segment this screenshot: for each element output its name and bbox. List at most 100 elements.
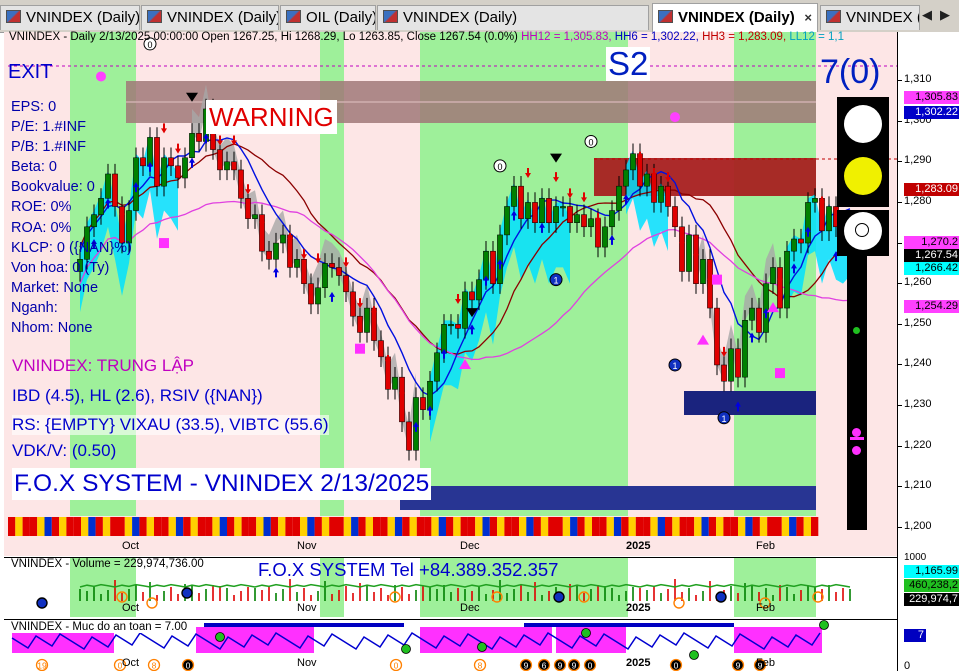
- signal-strip-cell: [686, 517, 695, 536]
- safety-bottom-label: 0: [674, 661, 679, 671]
- md-x-label-oct: Oct: [122, 657, 140, 669]
- signal-strip-cell: [789, 517, 797, 536]
- signal-strip-cell: [730, 517, 738, 536]
- signal-strip-cell: [117, 517, 125, 536]
- candle-body: [329, 263, 335, 268]
- candle-body: [399, 376, 405, 423]
- volume-green-zone: [734, 558, 816, 617]
- y-tick-mark: [898, 120, 902, 122]
- close-tab-icon[interactable]: ×: [804, 4, 812, 31]
- safety-bottom-label: 0: [394, 661, 399, 671]
- signal-strip-cell: [110, 517, 118, 536]
- signal-strip-cell: [51, 517, 60, 536]
- signal-strip-cell: [453, 517, 461, 536]
- candle-body: [497, 234, 503, 284]
- candle-body: [770, 267, 776, 284]
- tab-scroll-left-icon[interactable]: ◀: [922, 8, 932, 23]
- signal-strip-cell: [657, 517, 665, 536]
- signal-strip-cell: [219, 517, 227, 536]
- signal-strip-cell: [270, 517, 279, 536]
- signal-strip-cell: [212, 517, 220, 536]
- y-tick-label: 1,230: [904, 398, 932, 411]
- signal-strip-cell: [321, 517, 330, 536]
- signal-strip-cell: [15, 517, 23, 536]
- candle-body: [826, 206, 832, 232]
- candle-body: [644, 173, 650, 187]
- signal-strip-cell: [489, 517, 498, 536]
- x-label-nov: Nov: [297, 540, 317, 552]
- tab-vnindex-active[interactable]: VNINDEX (Daily) ×: [652, 3, 818, 32]
- tab-vnindex-1[interactable]: VNINDEX (Daily): [0, 5, 140, 30]
- hh3-readout: HH3 = 1,283.09,: [702, 31, 787, 43]
- vol-x-label-2025: 2025: [626, 602, 651, 614]
- candle-body: [574, 214, 580, 223]
- candle-body: [364, 307, 370, 333]
- chart-tab-icon: [286, 10, 301, 23]
- y-tick-label: 1,200: [904, 520, 932, 532]
- candle-body: [504, 206, 510, 236]
- fundamental-bookvalue: Bookvalue: 0: [11, 179, 95, 196]
- candle-body: [602, 226, 608, 248]
- y-tick-label: 1,250: [904, 316, 932, 329]
- signal-strip-cell: [555, 517, 563, 536]
- candle-body: [189, 133, 195, 158]
- signal-strip-cell: [285, 517, 293, 536]
- candle-body: [679, 226, 685, 272]
- signal-strip-cell: [803, 517, 811, 536]
- candle-body: [672, 206, 678, 228]
- tab-vnindex-4[interactable]: VNINDEX (D: [820, 5, 920, 30]
- md-x-label-feb: Feb: [756, 657, 775, 669]
- signal-strip-cell: [767, 517, 775, 536]
- tab-scroll-right-icon[interactable]: ▶: [940, 8, 950, 23]
- price-scale[interactable]: 1000 0 460,238,2 229,974,7 7 1,310 1,300 1…: [897, 32, 959, 672]
- candle-body: [378, 340, 384, 358]
- signal-strip: [8, 517, 819, 536]
- candle-body: [224, 161, 230, 171]
- tab-vnindex-3[interactable]: VNINDEX (Daily): [377, 5, 649, 30]
- gauge-magenta-dot: [852, 428, 861, 437]
- fundamental-market: Market: None: [11, 279, 99, 296]
- fundamental-pe: P/E: 1.#INF: [11, 119, 86, 136]
- signal-strip-cell: [635, 517, 644, 536]
- signal-strip-cell: [628, 517, 636, 536]
- signal-strip-cell: [394, 517, 403, 536]
- signal-strip-cell: [774, 517, 782, 536]
- indicator-line-2: RS: {EMPTY} VIXAU (33.5), VIBTC (55.6): [12, 415, 329, 435]
- candle-body: [791, 238, 797, 252]
- signal-strip-cell: [577, 517, 585, 536]
- safety-green-dot: [819, 620, 829, 630]
- signal-strip-cell: [278, 517, 286, 536]
- signal-strip-cell: [227, 517, 235, 536]
- candle-body: [273, 242, 279, 260]
- indicator-line-3: VDK/V: (0.50): [12, 441, 117, 460]
- y-tick-label: 1,220: [904, 438, 932, 451]
- signal-strip-cell: [358, 517, 366, 536]
- volume-label-top: 460,238,2: [904, 579, 959, 592]
- chart-tab-icon: [147, 10, 162, 23]
- tab-vnindex-2[interactable]: VNINDEX (Daily): [141, 5, 279, 30]
- signal-strip-cell: [292, 517, 300, 536]
- safety-bottom-label: 8: [478, 661, 483, 671]
- volume-tick-1000: 1000: [904, 552, 927, 563]
- candle-body: [350, 291, 356, 317]
- vol-x-label-nov: Nov: [297, 602, 317, 614]
- signal-label: 1: [553, 276, 558, 286]
- safety-bottom-label: 8: [152, 661, 157, 671]
- signal-strip-cell: [380, 517, 388, 536]
- candle-body: [161, 157, 167, 187]
- signal-strip-cell: [409, 517, 417, 536]
- md-x-label-nov: Nov: [297, 657, 317, 669]
- warning-label: WARNING: [206, 100, 337, 134]
- signal-strip-cell: [781, 517, 790, 536]
- signal-strip-cell: [81, 517, 89, 536]
- candle-body: [595, 218, 601, 248]
- magenta-square: [355, 343, 365, 354]
- signal-strip-cell: [745, 517, 753, 536]
- candle-body: [483, 250, 489, 280]
- signal-strip-cell: [416, 517, 425, 536]
- volume-signal-circle: [36, 597, 48, 609]
- signal-strip-cell: [248, 517, 257, 536]
- tab-oil[interactable]: OIL (Daily): [280, 5, 376, 30]
- signal-strip-cell: [402, 517, 410, 536]
- tab-label: VNINDEX (Daily): [403, 9, 518, 26]
